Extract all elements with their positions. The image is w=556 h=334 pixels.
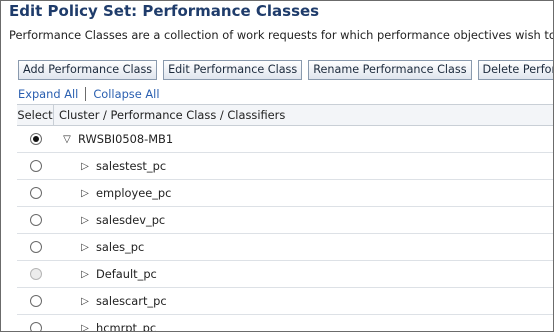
name-cell: ▷ employee_pc xyxy=(54,186,171,200)
table-row: ▷ Default_pc xyxy=(17,261,553,288)
select-cell xyxy=(17,234,54,260)
row-radio-button[interactable] xyxy=(29,187,42,199)
triangle-right-icon[interactable]: ▷ xyxy=(80,323,90,332)
name-cell: ▷ Default_pc xyxy=(54,267,157,281)
table-row: ▷ salestest_pc xyxy=(17,153,553,180)
table-row: ▷ employee_pc xyxy=(17,180,553,207)
select-cell xyxy=(17,180,54,206)
name-cell: ▷ sales_pc xyxy=(54,240,144,254)
name-cell: ▷ salestest_pc xyxy=(54,159,166,173)
row-label: salescart_pc xyxy=(96,294,167,308)
name-cell: ▷ salescart_pc xyxy=(54,294,167,308)
triangle-right-icon[interactable]: ▷ xyxy=(80,269,90,280)
triangle-right-icon[interactable]: ▷ xyxy=(80,215,90,226)
triangle-right-icon[interactable]: ▷ xyxy=(80,242,90,253)
triangle-right-icon[interactable]: ▷ xyxy=(80,161,90,172)
table-row: ▽ RWSBI0508-MB1 xyxy=(17,126,553,153)
name-cell: ▽ RWSBI0508-MB1 xyxy=(54,132,173,146)
table-row: ▷ sales_pc xyxy=(17,234,553,261)
row-label: employee_pc xyxy=(96,186,172,200)
delete-performance-class-button[interactable]: Delete Performance Class xyxy=(477,60,553,80)
row-label: salesdev_pc xyxy=(96,213,166,227)
tree-controls: Expand All Collapse All xyxy=(18,87,160,101)
edit-performance-class-button[interactable]: Edit Performance Class xyxy=(163,60,303,80)
select-cell xyxy=(17,288,54,314)
name-cell: ▷ salesdev_pc xyxy=(54,213,165,227)
table-header: Select Cluster / Performance Class / Cla… xyxy=(17,105,553,126)
table-row: ▷ hcmrpt_pc xyxy=(17,315,553,332)
collapse-all-link[interactable]: Collapse All xyxy=(93,87,159,101)
rename-performance-class-button[interactable]: Rename Performance Class xyxy=(308,60,472,80)
table-row: ▷ salesdev_pc xyxy=(17,207,553,234)
select-cell xyxy=(17,126,54,152)
select-cell xyxy=(17,153,54,179)
row-radio-button[interactable] xyxy=(29,241,42,253)
row-label: Default_pc xyxy=(96,267,157,281)
triangle-right-icon[interactable]: ▷ xyxy=(80,296,90,307)
add-performance-class-button[interactable]: Add Performance Class xyxy=(18,60,158,80)
policy-set-panel: Edit Policy Set: Performance Classes Per… xyxy=(0,0,554,332)
select-cell xyxy=(17,315,54,331)
row-label: hcmrpt_pc xyxy=(96,321,157,332)
row-radio-button[interactable] xyxy=(29,322,42,331)
triangle-down-icon[interactable]: ▽ xyxy=(62,134,72,145)
row-label: salestest_pc xyxy=(96,159,167,173)
page-title: Edit Policy Set: Performance Classes xyxy=(9,2,320,20)
row-radio-button[interactable] xyxy=(29,160,42,172)
row-radio-button[interactable] xyxy=(29,133,42,145)
triangle-right-icon[interactable]: ▷ xyxy=(80,188,90,199)
expand-all-link[interactable]: Expand All xyxy=(18,87,78,101)
name-column-header: Cluster / Performance Class / Classifier… xyxy=(59,108,286,122)
description-text: Performance Classes are a collection of … xyxy=(9,28,554,42)
row-radio-button[interactable] xyxy=(29,295,42,307)
row-label: sales_pc xyxy=(96,240,145,254)
performance-class-tree-table: Select Cluster / Performance Class / Cla… xyxy=(17,104,553,332)
page-description: Performance Classes are a collection of … xyxy=(9,28,554,42)
select-column-header: Select xyxy=(17,105,54,125)
table-body: ▽ RWSBI0508-MB1 ▷ salestest_pc ▷ employee_pc ▷… xyxy=(17,126,553,332)
select-cell xyxy=(17,207,54,233)
toolbar: Add Performance Class Edit Performance C… xyxy=(18,60,553,80)
row-radio-button[interactable] xyxy=(29,214,42,226)
select-cell xyxy=(17,261,54,287)
row-label: RWSBI0508-MB1 xyxy=(78,132,174,146)
name-cell: ▷ hcmrpt_pc xyxy=(54,321,157,332)
link-divider xyxy=(85,87,87,101)
row-radio-button xyxy=(29,268,42,280)
table-row: ▷ salescart_pc xyxy=(17,288,553,315)
